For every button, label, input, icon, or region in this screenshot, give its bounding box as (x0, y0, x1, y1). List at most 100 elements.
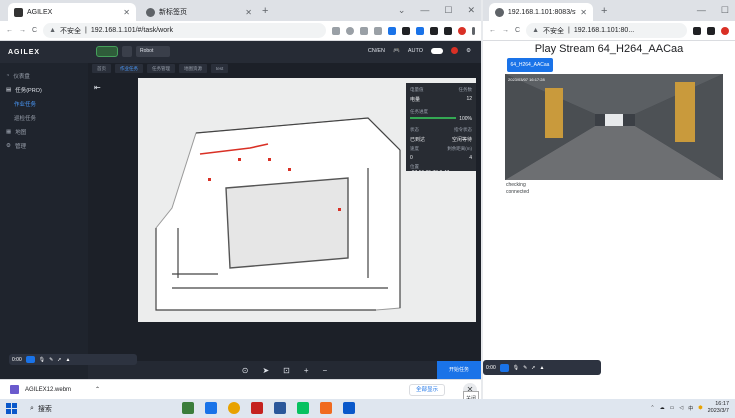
tab-map-resource[interactable]: 地图资源 (179, 64, 207, 73)
mode-dropdown[interactable] (122, 46, 132, 57)
new-tab-icon[interactable]: + (601, 5, 607, 17)
extension-icon[interactable] (388, 26, 396, 35)
profile-avatar[interactable] (721, 26, 729, 35)
sidebar-item-work-task[interactable]: 作业任务 (0, 97, 88, 111)
pointer-icon[interactable]: ➚ (57, 357, 61, 363)
auto-switch[interactable] (431, 47, 444, 54)
tab-test[interactable]: test (211, 64, 229, 73)
star-icon[interactable] (374, 26, 382, 35)
close-icon[interactable]: ✕ (580, 8, 587, 17)
start-button[interactable] (6, 399, 22, 418)
stream-tab[interactable]: 64_H264_AACaa (507, 58, 553, 72)
puzzle-icon[interactable] (693, 26, 701, 35)
mic-icon[interactable]: 🎙 (39, 357, 45, 363)
pause-icon[interactable] (25, 356, 35, 363)
start-task-button[interactable]: 开始任务 (437, 361, 481, 379)
forward-icon[interactable]: → (19, 27, 26, 34)
settings-icon[interactable]: ⚙ (466, 48, 471, 54)
ime-indicator[interactable]: 中 (688, 405, 693, 412)
app-icon[interactable] (182, 402, 194, 414)
sidebar-item-map[interactable]: ▦ 地图 (0, 125, 88, 139)
pause-icon[interactable] (499, 363, 509, 372)
chrome-icon[interactable] (228, 402, 240, 414)
url-input[interactable]: ▲ 不安全 | 192.168.1.101:80... (526, 23, 687, 38)
app-icon[interactable] (251, 402, 263, 414)
menu-icon[interactable] (472, 26, 475, 35)
taskbar-search[interactable]: ⌕ 搜索 (30, 404, 52, 414)
mic-icon[interactable]: 🎙 (513, 365, 519, 371)
navigate-icon[interactable]: ➤ (262, 366, 269, 375)
robot-select[interactable]: Robot (136, 46, 170, 57)
back-icon[interactable]: ← (489, 27, 496, 34)
close-icon[interactable]: ✕ (123, 8, 130, 17)
notification-icon[interactable] (451, 47, 459, 54)
volume-icon[interactable]: ◁ (679, 405, 683, 411)
download-filename[interactable]: AGILEX12.webm (25, 387, 71, 393)
show-all-button[interactable]: 全部显示 (408, 384, 445, 396)
highlighter-icon[interactable]: ▲ (540, 365, 545, 371)
puzzle-icon[interactable] (430, 26, 438, 35)
tab-home[interactable]: 首页 (92, 64, 111, 73)
forward-icon[interactable]: → (502, 27, 509, 34)
browser-tab-newtab[interactable]: 新标签页 ✕ (140, 3, 258, 21)
url-input[interactable]: ▲ 不安全 | 192.168.1.101/#/task/work (43, 23, 326, 38)
zoom-out-icon[interactable]: − (323, 366, 328, 375)
translate-icon[interactable] (332, 26, 340, 35)
chevron-up-icon[interactable]: ⌃ (650, 405, 654, 411)
sidebar-item-dashboard[interactable]: ◔ 仪表盘 (0, 69, 88, 83)
pen-icon[interactable]: ✎ (523, 365, 527, 371)
pointer-icon[interactable]: ➚ (531, 365, 535, 371)
reload-icon[interactable]: C (32, 27, 37, 34)
mode-toggle[interactable] (96, 46, 118, 57)
clock[interactable]: 16:17 2023/3/7 (708, 401, 729, 415)
app-icon[interactable] (205, 402, 217, 414)
chevron-up-icon[interactable]: ⌃ (95, 386, 100, 393)
share-icon[interactable] (360, 26, 368, 35)
close-download-bar-button[interactable]: ✕ 关闭 (463, 383, 479, 399)
sidebar-item-manage[interactable]: ⚙ 管理 (0, 139, 88, 153)
minimize-icon[interactable]: — (697, 5, 706, 16)
extension-icon[interactable] (416, 26, 424, 35)
close-window-icon[interactable]: ✕ (467, 5, 475, 16)
pen-icon[interactable]: ✎ (49, 357, 53, 363)
reload-icon[interactable]: C (515, 27, 520, 34)
chevron-down-icon[interactable]: ⌄ (398, 5, 406, 16)
network-icon[interactable]: ▭ (670, 405, 675, 411)
zoom-in-icon[interactable]: + (304, 366, 309, 375)
tab-work-task[interactable]: 作业任务 (115, 64, 143, 73)
new-tab-icon[interactable]: + (262, 5, 268, 17)
extension-icon[interactable] (402, 26, 410, 35)
sidepanel-icon[interactable] (707, 26, 715, 35)
back-icon[interactable]: ← (6, 27, 13, 34)
firefox-icon[interactable] (320, 402, 332, 414)
fit-icon[interactable]: ⊡ (283, 366, 290, 375)
video-player[interactable]: 2023/03/07 16:17:28 (505, 74, 723, 180)
close-tooltip: 关闭 (463, 391, 479, 399)
tab-task-manage[interactable]: 任务管理 (147, 64, 175, 73)
profile-avatar[interactable] (458, 26, 466, 35)
cloud-icon[interactable]: ☁ (660, 405, 665, 411)
wechat-icon[interactable] (297, 402, 309, 414)
url-text: 192.168.1.101/#/task/work (90, 27, 173, 34)
recorder-time: 0:00 (12, 356, 22, 363)
sidebar-item-inspection-task[interactable]: 巡检任务 (0, 111, 88, 125)
minimize-icon[interactable]: — (420, 5, 429, 16)
gamepad-icon[interactable]: 🎮 (393, 48, 400, 54)
language-switch[interactable]: CN/EN (368, 48, 385, 54)
maximize-icon[interactable]: ☐ (444, 5, 452, 16)
zoom-icon[interactable] (346, 26, 354, 35)
browser-tab-stream[interactable]: 192.168.1.101:8083/stream/pl ✕ (489, 3, 593, 21)
toolbar-icons (693, 26, 729, 35)
speed-value: 0 (410, 155, 413, 161)
browser-tab-agilex[interactable]: AGILEX ✕ (8, 3, 136, 21)
sidebar-item-tasks[interactable]: ▤ 任务(PRO) (0, 83, 88, 97)
app-tray-icon[interactable]: ⬢ (698, 405, 702, 411)
sidepanel-icon[interactable] (444, 26, 452, 35)
exit-icon[interactable]: ⇤ (94, 83, 106, 95)
vscode-icon[interactable] (274, 402, 286, 414)
app-icon[interactable] (343, 402, 355, 414)
close-icon[interactable]: ✕ (245, 8, 252, 17)
maximize-icon[interactable]: ☐ (721, 5, 729, 16)
locate-icon[interactable]: ⊙ (242, 366, 249, 375)
highlighter-icon[interactable]: ▲ (66, 357, 71, 363)
